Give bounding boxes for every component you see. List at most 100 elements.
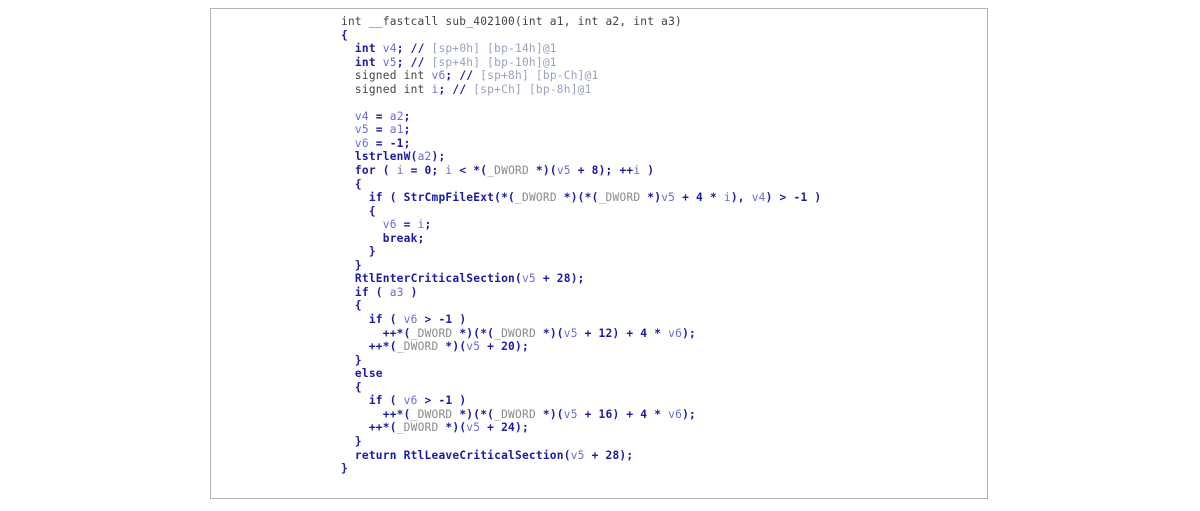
code-line[interactable]: {	[341, 205, 987, 219]
code-line[interactable]: }	[341, 245, 987, 259]
code-line[interactable]: }	[341, 462, 987, 476]
code-line[interactable]: v5 = a1;	[341, 123, 987, 137]
code-line[interactable]: lstrlenW(a2);	[341, 150, 987, 164]
code-line[interactable]: ++*(_DWORD *)(*(_DWORD *)(v5 + 16) + 4 *…	[341, 408, 987, 422]
code-token-kw: if (	[354, 285, 390, 299]
code-token-kw: int	[354, 55, 383, 69]
code-token-kw: ;	[438, 82, 453, 96]
code-token-kw: break;	[382, 231, 425, 245]
code-line[interactable]: return RtlLeaveCriticalSection(v5 + 28);	[341, 449, 987, 463]
code-token-kw: //	[410, 55, 432, 69]
page-root: int __fastcall sub_402100(int a1, int a2…	[0, 0, 1200, 511]
code-line[interactable]: break;	[341, 232, 987, 246]
code-token-kw: ;	[396, 55, 411, 69]
code-line[interactable]: ++*(_DWORD *)(v5 + 20);	[341, 340, 987, 354]
code-token-kw: *)(*(	[452, 407, 495, 421]
code-token-var: v4	[354, 109, 369, 123]
code-token-kw: + 24);	[480, 421, 529, 435]
code-line[interactable]: signed int i; // [sp+Ch] [bp-8h]@1	[341, 83, 987, 97]
code-line[interactable]: RtlEnterCriticalSection(v5 + 28);	[341, 272, 987, 286]
code-token-kw: = -1;	[368, 136, 411, 150]
code-line[interactable]: }	[341, 435, 987, 449]
code-token-var: v6	[354, 136, 369, 150]
code-token-kw: }	[354, 434, 362, 448]
code-line[interactable]: ++*(_DWORD *)(v5 + 24);	[341, 421, 987, 435]
code-token-kw: RtlLeaveCriticalSection	[403, 448, 564, 462]
code-token-kw: {	[341, 28, 348, 42]
code-line[interactable]: }	[341, 259, 987, 273]
code-token-kw: ++*(	[382, 407, 411, 421]
code-line[interactable]: if ( v6 > -1 )	[341, 313, 987, 327]
code-line[interactable]: else	[341, 367, 987, 381]
code-line[interactable]: {	[341, 299, 987, 313]
code-token-type: _DWORD	[494, 326, 536, 340]
code-token-kw: {	[354, 177, 362, 191]
code-line[interactable]: {	[341, 381, 987, 395]
code-token-kw: int	[354, 42, 383, 56]
code-line[interactable]: ​	[341, 96, 987, 110]
code-line[interactable]: }	[341, 354, 987, 368]
code-token-kw: *)(*(	[452, 326, 495, 340]
code-token-decl: signed int	[354, 69, 432, 83]
pseudocode-listing[interactable]: int __fastcall sub_402100(int a1, int a2…	[341, 15, 987, 476]
code-token-cmt: [sp+4h] [bp-10h]@1	[431, 55, 557, 69]
code-token-var: v5	[661, 191, 676, 205]
code-token-var: i	[417, 218, 425, 232]
code-line[interactable]: {	[341, 29, 987, 43]
code-token-kw: for (	[354, 164, 397, 178]
code-token-kw: }	[354, 353, 362, 367]
code-token-type: _DWORD	[487, 164, 529, 178]
code-token-type: _DWORD	[410, 407, 453, 421]
code-line[interactable]: v4 = a2;	[341, 110, 987, 124]
code-token-kw: //	[452, 82, 474, 96]
code-token-type: _DWORD	[515, 191, 557, 205]
code-token-kw: (*(	[494, 191, 516, 205]
code-token-kw: }	[354, 258, 362, 272]
code-token-var: v5	[382, 55, 397, 69]
code-line[interactable]: if ( v6 > -1 )	[341, 394, 987, 408]
code-line[interactable]: if ( a3 )	[341, 286, 987, 300]
code-line[interactable]: int __fastcall sub_402100(int a1, int a2…	[341, 15, 987, 29]
code-token-kw: =	[396, 218, 418, 232]
code-line[interactable]: int v4; // [sp+0h] [bp-14h]@1	[341, 42, 987, 56]
code-token-kw: {	[368, 204, 376, 218]
code-token-kw: )	[403, 285, 418, 299]
code-token-kw: RtlEnterCriticalSection	[354, 272, 515, 286]
code-token-kw: *)(*(	[556, 191, 599, 205]
code-line[interactable]: {	[341, 178, 987, 192]
code-token-type: _DWORD	[396, 421, 439, 435]
code-token-kw: + 28);	[535, 272, 585, 286]
code-line[interactable]: signed int v6; // [sp+8h] [bp-Ch]@1	[341, 69, 987, 83]
code-token-var: v4	[751, 191, 766, 205]
code-line[interactable]: v6 = -1;	[341, 137, 987, 151]
code-token-kw: ;	[424, 218, 432, 232]
code-token-kw: {	[354, 299, 362, 313]
code-token-kw: )	[640, 164, 655, 178]
code-token-kw: =	[368, 109, 390, 123]
code-line[interactable]: for ( i = 0; i < *(_DWORD *)(v5 + 8); ++…	[341, 164, 987, 178]
code-line[interactable]: ++*(_DWORD *)(*(_DWORD *)(v5 + 12) + 4 *…	[341, 327, 987, 341]
code-token-kw: ;	[445, 69, 460, 83]
code-token-type: _DWORD	[396, 340, 439, 354]
code-token-kw: else	[354, 367, 383, 381]
code-token-var: a1	[389, 123, 404, 137]
code-frame: int __fastcall sub_402100(int a1, int a2…	[210, 8, 988, 499]
code-line[interactable]: int v5; // [sp+4h] [bp-10h]@1	[341, 56, 987, 70]
code-token-kw: =	[368, 123, 390, 137]
code-line[interactable]: if ( StrCmpFileExt(*(_DWORD *)(*(_DWORD …	[341, 191, 987, 205]
code-line[interactable]: v6 = i;	[341, 218, 987, 232]
